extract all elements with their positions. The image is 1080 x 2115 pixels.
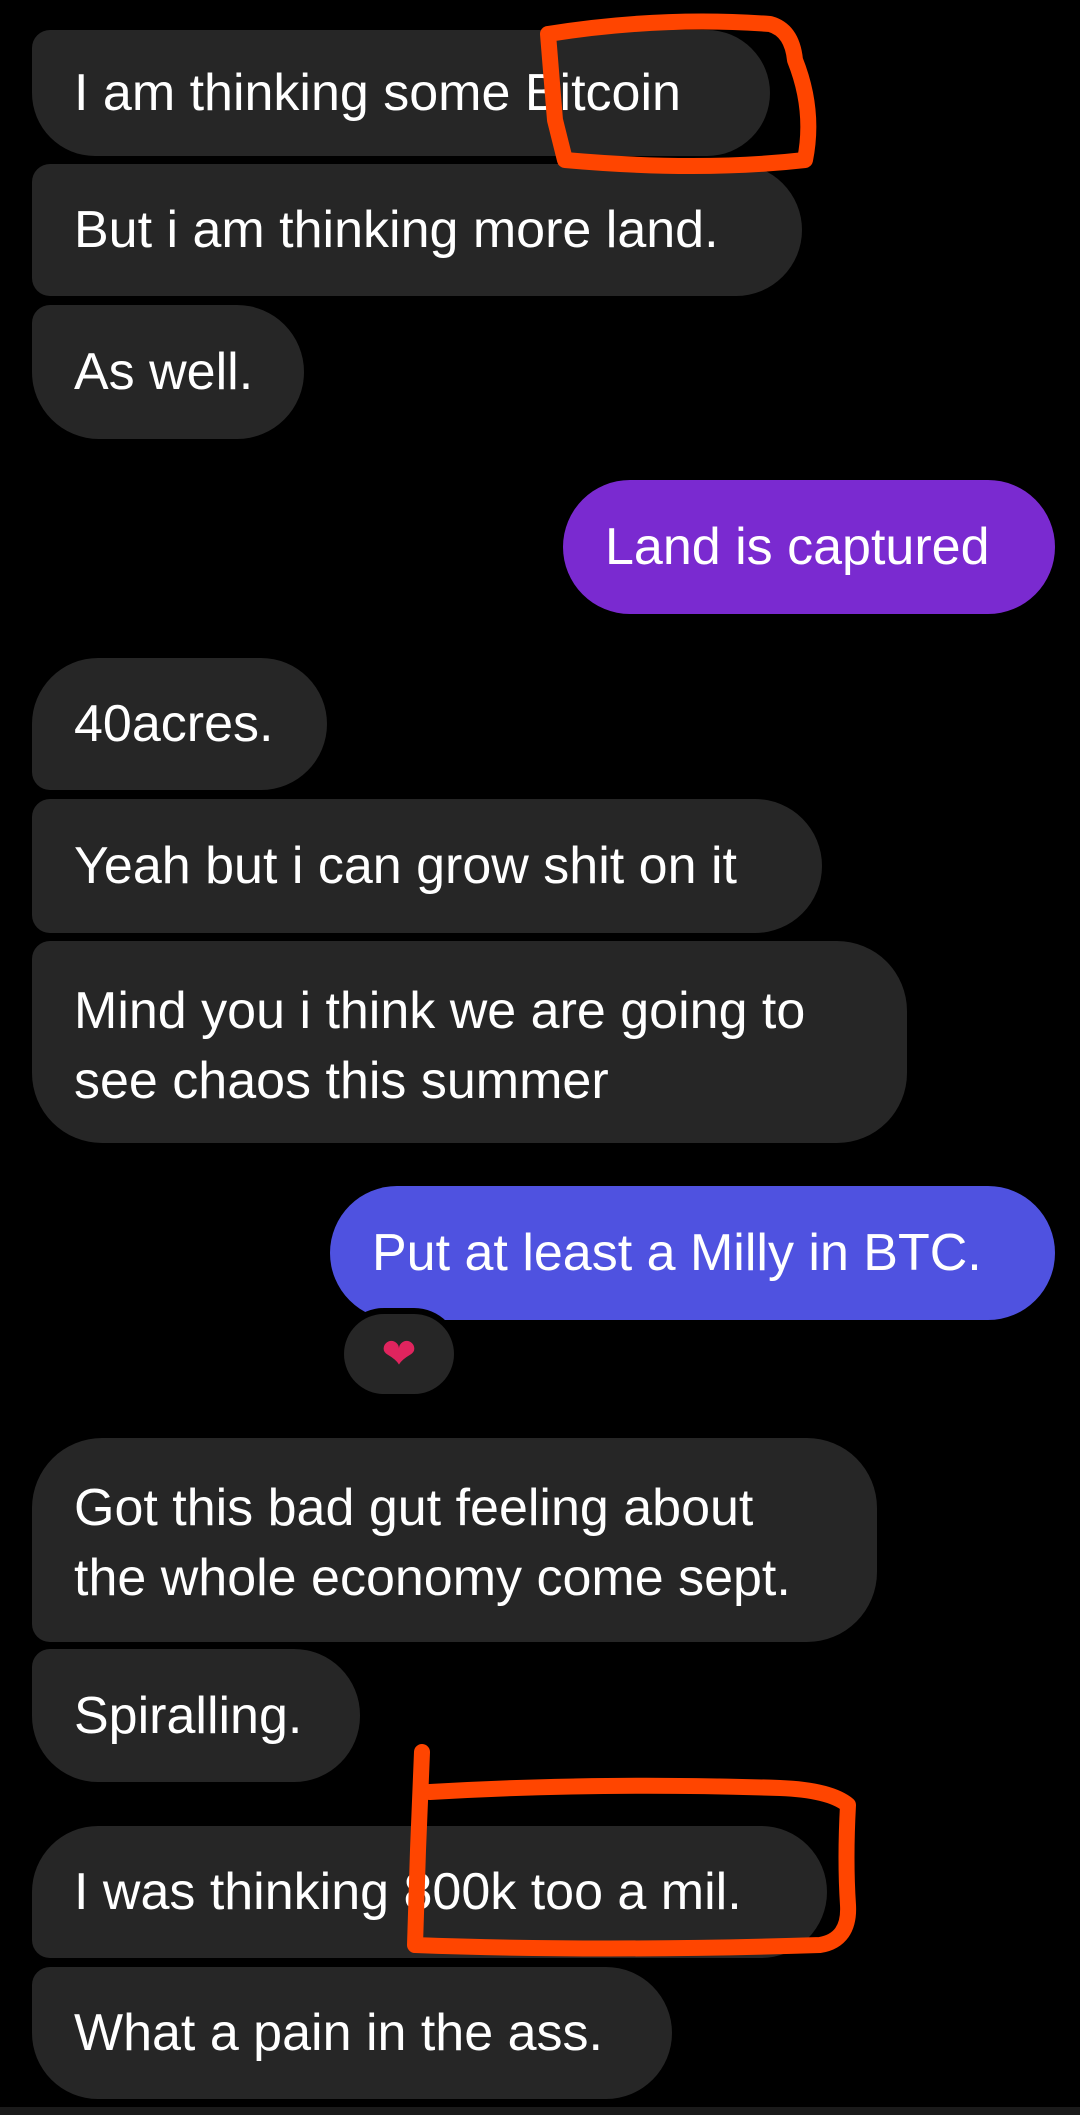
message-bubble-incoming[interactable]: But i am thinking more land.	[32, 164, 802, 296]
message-bubble-incoming[interactable]: I was thinking 800k too a mil.	[32, 1826, 827, 1958]
message-bubble-incoming[interactable]: I am thinking some Bitcoin	[32, 30, 770, 156]
message-bubble-incoming[interactable]: Got this bad gut feeling about the whole…	[32, 1438, 877, 1642]
message-text-line: see chaos this summer	[74, 1052, 609, 1110]
message-bubble-outgoing[interactable]: Put at least a Milly in BTC.	[330, 1186, 1055, 1320]
message-text: But i am thinking more land.	[74, 201, 719, 259]
message-text: 40acres.	[74, 695, 274, 753]
message-text-line: Mind you i think we are going to	[74, 982, 806, 1040]
next-message-edge	[0, 2107, 1080, 2115]
message-text: Spiralling.	[74, 1686, 303, 1745]
message-bubble-incoming[interactable]: 40acres.	[32, 658, 327, 790]
message-text: Put at least a Milly in BTC.	[372, 1224, 982, 1282]
message-text: Yeah but i can grow shit on it	[74, 837, 737, 895]
message-bubble-incoming[interactable]: What a pain in the ass.	[32, 1967, 672, 2099]
message-text: I was thinking 800k too a mil.	[74, 1863, 742, 1921]
heart-icon: ❤	[381, 1330, 417, 1377]
message-text: Land is captured	[605, 518, 990, 576]
message-text: As well.	[74, 343, 254, 401]
message-thread: I am thinking some Bitcoin But i am thin…	[0, 0, 1080, 2115]
message-bubble-incoming[interactable]: Mind you i think we are going to see cha…	[32, 941, 907, 1143]
message-text-line: Got this bad gut feeling about	[74, 1479, 754, 1537]
message-text: What a pain in the ass.	[74, 2004, 603, 2062]
message-text-line: the whole economy come sept.	[74, 1549, 791, 1607]
message-bubble-incoming[interactable]: Spiralling.	[32, 1649, 360, 1782]
message-bubble-outgoing[interactable]: Land is captured	[563, 480, 1055, 614]
message-text: I am thinking some Bitcoin	[74, 64, 681, 122]
message-bubble-incoming[interactable]: Yeah but i can grow shit on it	[32, 799, 822, 933]
reaction-badge[interactable]: ❤	[344, 1314, 454, 1394]
message-bubble-incoming[interactable]: As well.	[32, 305, 304, 439]
